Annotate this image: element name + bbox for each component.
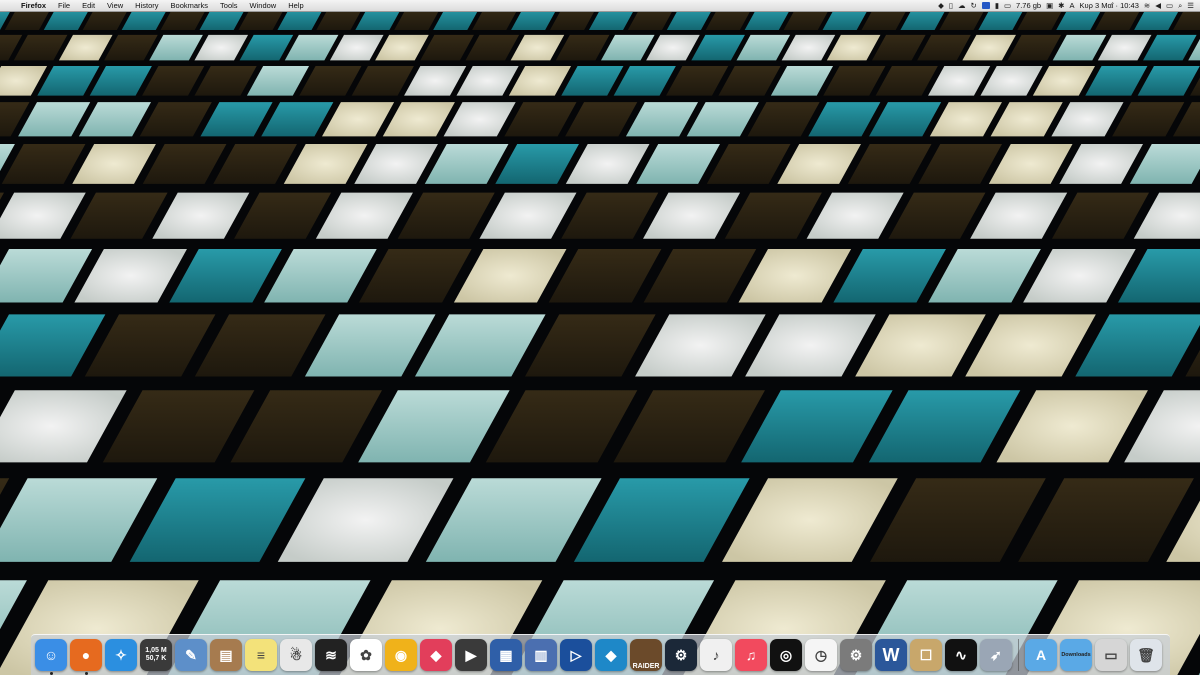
kodi-icon[interactable]: ◆: [595, 639, 627, 671]
firefox-glyph: ●: [81, 647, 91, 663]
status-menus: ◆ ▯ ☁ ↻ ▮ ▭ 7.76 gb ▣ ✱ A Κυρ 3 Μαΐ · 10…: [938, 0, 1194, 11]
network-meter-icon[interactable]: 1,05 M 50,7 K: [140, 639, 172, 671]
vinyl-player-icon[interactable]: ◎: [770, 639, 802, 671]
applications-folder-icon[interactable]: A: [1025, 639, 1057, 671]
clock-glyph: ◷: [814, 646, 828, 663]
safari-glyph: ✧: [115, 646, 127, 663]
preview-icon[interactable]: ✎: [175, 639, 207, 671]
menu-window[interactable]: Window: [244, 0, 283, 11]
video-player-glyph: ▷: [570, 646, 582, 663]
downloads-folder-icon[interactable]: Downloads: [1060, 639, 1092, 671]
screen-share-glyph: ▦: [499, 646, 513, 663]
clock-icon[interactable]: ◷: [805, 639, 837, 671]
contacts-icon[interactable]: ▤: [210, 639, 242, 671]
steam-icon[interactable]: ⚙: [665, 639, 697, 671]
applications-folder-glyph: A: [1035, 647, 1047, 663]
sync-icon[interactable]: ↻: [971, 0, 977, 11]
finder-glyph: ☺: [43, 647, 59, 663]
photos-icon[interactable]: ✿: [350, 639, 382, 671]
minimized-firefox-window-icon[interactable]: ▭: [1095, 639, 1127, 671]
downloads-label: Downloads: [1061, 652, 1091, 658]
tomb-raider-label: RAIDER: [632, 663, 660, 670]
sheet-music-icon[interactable]: ♪: [700, 639, 732, 671]
color-wheel-icon[interactable]: ◆: [420, 639, 452, 671]
cloud-icon[interactable]: ☁: [958, 0, 966, 11]
installer-icon[interactable]: ☐: [910, 639, 942, 671]
screen-mirror-icon[interactable]: ▣: [1046, 0, 1053, 11]
disk-icon[interactable]: ▭: [1004, 0, 1011, 11]
sheet-music-glyph: ♪: [712, 647, 720, 663]
clock-label[interactable]: Κυρ 3 Μαΐ · 10:43: [1079, 0, 1138, 11]
steam-glyph: ⚙: [674, 646, 688, 663]
download-rate-label: 50,7 K: [145, 655, 167, 662]
preview-glyph: ✎: [185, 646, 197, 663]
screen-share-icon[interactable]: ▦: [490, 639, 522, 671]
archive-utility-glyph: ▥: [534, 646, 548, 663]
cpu-icon[interactable]: ▮: [995, 0, 999, 11]
dock: ☺ ● ✧ 1,05 M 50,7 K ✎ ▤ ≡ ☃ ≋ ✿ ◉ ◆ ▶ ▦ ▥ ▷ ◆ RAIDER ⚙ ♪ ♫ ◎ ◷ ⚙…: [31, 634, 1170, 675]
disk-free-label[interactable]: 7.76 gb: [1016, 0, 1041, 11]
wifi-scanner-icon[interactable]: ≋: [315, 639, 347, 671]
menu-view[interactable]: View: [101, 0, 129, 11]
safari-icon[interactable]: ✧: [105, 639, 137, 671]
volume-icon[interactable]: ◀: [1155, 0, 1161, 11]
color-wheel-glyph: ◆: [430, 646, 442, 663]
battery-icon[interactable]: ▭: [1166, 0, 1173, 11]
photos-glyph: ✿: [360, 646, 372, 663]
system-preferences-icon[interactable]: ⚙: [840, 639, 872, 671]
video-player-icon[interactable]: ▷: [560, 639, 592, 671]
menu-help[interactable]: Help: [282, 0, 309, 11]
minimized-firefox-window-glyph: ▭: [1104, 646, 1118, 663]
notification-center-icon[interactable]: ☰: [1187, 0, 1194, 11]
trash-icon[interactable]: 🗑: [1130, 639, 1162, 671]
input-source-label[interactable]: A: [1069, 0, 1074, 11]
tomb-raider-icon[interactable]: RAIDER: [630, 639, 662, 671]
display-icon[interactable]: [981, 2, 990, 9]
menu-bar: Firefox File Edit View History Bookmarks…: [0, 0, 1200, 12]
bluetooth-icon[interactable]: ✱: [1058, 0, 1064, 11]
menu-tools[interactable]: Tools: [214, 0, 244, 11]
word-label: W: [882, 644, 900, 665]
installer-glyph: ☐: [919, 646, 933, 663]
launchpad-glyph: ➶: [990, 646, 1002, 663]
spotlight-search-icon[interactable]: ⌕: [1178, 0, 1182, 11]
dock-separator: [1018, 639, 1019, 671]
ghost-app-icon[interactable]: ☃: [280, 639, 312, 671]
final-cut-icon[interactable]: ▶: [455, 639, 487, 671]
launchpad-icon[interactable]: ➶: [980, 639, 1012, 671]
contacts-glyph: ▤: [219, 646, 233, 663]
kodi-glyph: ◆: [605, 646, 617, 663]
desktop-wallpaper: [0, 0, 1200, 675]
notes-glyph: ≡: [256, 647, 266, 663]
firefox-icon[interactable]: ●: [70, 639, 102, 675]
archive-utility-icon[interactable]: ▥: [525, 639, 557, 671]
activity-monitor-icon[interactable]: ∿: [945, 639, 977, 671]
wifi-scanner-glyph: ≋: [325, 646, 337, 663]
notes-icon[interactable]: ≡: [245, 639, 277, 671]
document-icon[interactable]: ▯: [949, 0, 953, 11]
final-cut-glyph: ▶: [465, 646, 477, 663]
system-preferences-glyph: ⚙: [849, 646, 863, 663]
app-menu-firefox[interactable]: Firefox: [18, 0, 52, 11]
menu-file[interactable]: File: [52, 0, 76, 11]
color-picker-icon[interactable]: ◉: [385, 639, 417, 671]
dropbox-icon[interactable]: ◆: [938, 0, 944, 11]
word-icon[interactable]: W: [875, 639, 907, 671]
finder-icon[interactable]: ☺: [35, 639, 67, 675]
color-picker-glyph: ◉: [394, 646, 408, 663]
menu-bookmarks[interactable]: Bookmarks: [165, 0, 215, 11]
menu-history[interactable]: History: [129, 0, 164, 11]
upload-rate-label: 1,05 M: [145, 647, 167, 654]
trash-glyph: 🗑: [1137, 646, 1155, 663]
ghost-app-glyph: ☃: [289, 646, 303, 663]
wifi-icon[interactable]: ≋: [1144, 0, 1150, 11]
itunes-glyph: ♫: [745, 647, 757, 663]
itunes-icon[interactable]: ♫: [735, 639, 767, 671]
vinyl-player-glyph: ◎: [779, 646, 793, 663]
activity-monitor-glyph: ∿: [955, 646, 967, 663]
menu-edit[interactable]: Edit: [76, 0, 101, 11]
